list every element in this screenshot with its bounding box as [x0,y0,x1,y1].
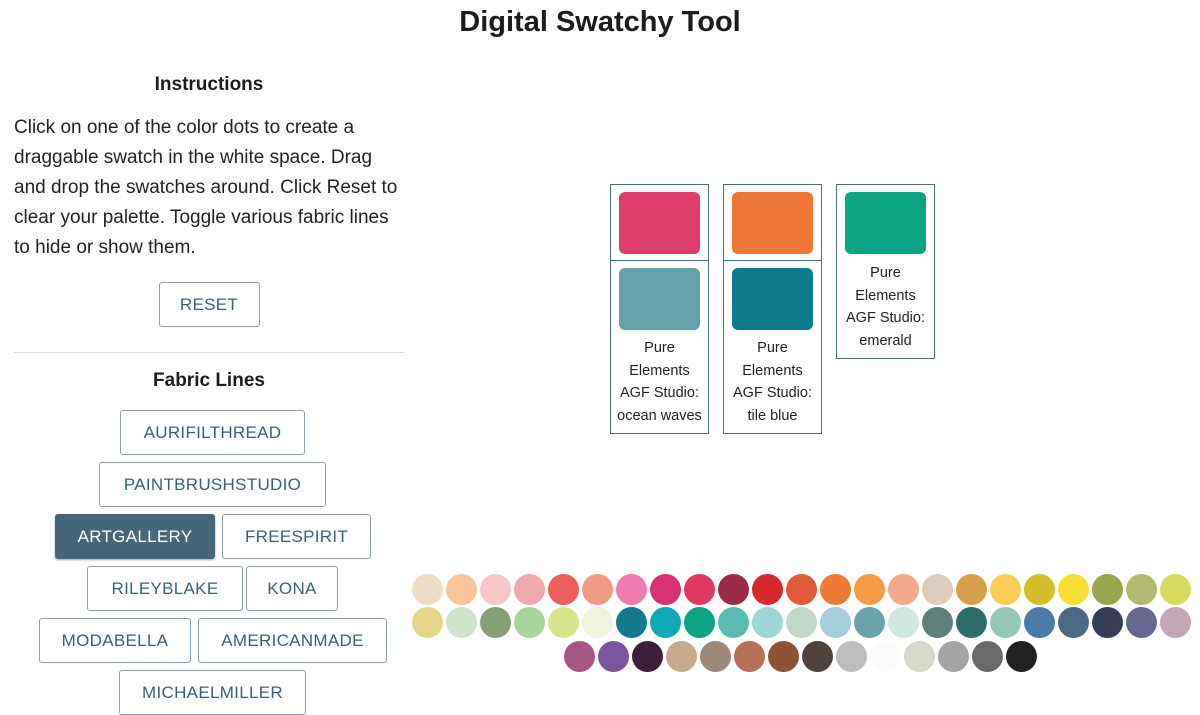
color-dot[interactable] [1058,574,1089,605]
swatch-label: Pure Elements AGF Studio: tile blue [733,340,812,424]
instructions-text: Click on one of the color dots to create… [14,117,398,258]
color-dot[interactable] [888,574,919,605]
color-dot[interactable] [888,607,919,638]
color-dot[interactable] [412,574,443,605]
color-dot[interactable] [768,641,799,672]
color-dot[interactable] [650,607,681,638]
fabric-line-modabella[interactable]: MODABELLA [39,618,191,663]
color-dot[interactable] [684,574,715,605]
color-dot[interactable] [480,574,511,605]
color-dot[interactable] [718,607,749,638]
color-dot[interactable] [956,607,987,638]
page-title: Digital Swatchy Tool [459,6,741,38]
color-dot-row [412,574,1191,605]
swatch-column[interactable]: Pure Elements AGF Studio: emerald [836,184,935,359]
color-dot[interactable] [718,574,749,605]
reset-button[interactable]: RESET [158,282,260,327]
fabric-line-rileyblake[interactable]: RILEYBLAKE [87,566,243,611]
color-dot[interactable] [990,574,1021,605]
swatch-chip[interactable] [619,268,700,330]
color-dot[interactable] [598,641,629,672]
color-dot[interactable] [700,641,731,672]
color-dot[interactable] [870,641,901,672]
color-dot[interactable] [1006,641,1037,672]
color-dot[interactable] [836,641,867,672]
color-dot[interactable] [564,641,595,672]
swatch-chip[interactable] [619,192,700,254]
color-dot[interactable] [786,607,817,638]
color-dot[interactable] [1058,607,1089,638]
color-dot[interactable] [1092,574,1123,605]
swatch-column[interactable]: Pure Elements AGF Studio: tile blue [723,184,822,434]
color-dot[interactable] [632,641,663,672]
sidebar: Instructions Click on one of the color d… [14,70,404,715]
color-dot[interactable] [922,574,953,605]
color-dot[interactable] [854,574,885,605]
color-dot[interactable] [666,641,697,672]
fabric-line-aurifilthread[interactable]: AURIFILTHREAD [120,410,305,455]
color-dot[interactable] [802,641,833,672]
color-dot[interactable] [820,607,851,638]
color-dot[interactable] [972,641,1003,672]
color-dot[interactable] [752,574,783,605]
color-dot[interactable] [938,641,969,672]
color-dot[interactable] [1126,607,1157,638]
color-dot[interactable] [786,574,817,605]
color-dot[interactable] [548,607,579,638]
swatch-label: Pure Elements AGF Studio: emerald [846,265,925,349]
color-dot[interactable] [734,641,765,672]
color-dot[interactable] [1092,607,1123,638]
color-dot[interactable] [616,607,647,638]
color-dot[interactable] [1126,574,1157,605]
swatch-chip[interactable] [732,268,813,330]
swatch-column[interactable]: Pure Elements AGF Studio: ocean waves [610,184,709,434]
color-dot[interactable] [446,574,477,605]
fabric-lines-heading: Fabric Lines [153,370,265,391]
color-dot[interactable] [854,607,885,638]
color-dot[interactable] [956,574,987,605]
color-dot[interactable] [752,607,783,638]
swatch-label: Pure Elements AGF Studio: ocean waves [617,340,702,424]
color-dot[interactable] [582,574,613,605]
color-dot[interactable] [1024,574,1055,605]
color-dot[interactable] [922,607,953,638]
color-dot[interactable] [1160,574,1191,605]
color-dot[interactable] [684,607,715,638]
swatch-chip[interactable] [732,192,813,254]
color-dot-row [412,607,1191,638]
fabric-line-freespirit[interactable]: FREESPIRIT [222,514,371,559]
swatch-chip[interactable] [845,192,926,254]
color-dot[interactable] [582,607,613,638]
color-dot[interactable] [446,607,477,638]
color-dot[interactable] [650,574,681,605]
instructions-heading: Instructions [154,74,264,95]
color-dot[interactable] [1160,607,1191,638]
color-dot-row [564,641,1037,672]
color-dot[interactable] [514,607,545,638]
divider [14,352,404,353]
fabric-line-paintbrushstudio[interactable]: PAINTBRUSHSTUDIO [99,462,326,507]
fabric-line-artgallery[interactable]: ARTGALLERY [55,514,215,559]
color-dot[interactable] [990,607,1021,638]
color-dot[interactable] [412,607,443,638]
color-dot[interactable] [904,641,935,672]
color-dot[interactable] [514,574,545,605]
color-dot[interactable] [1024,607,1055,638]
fabric-line-kona[interactable]: KONA [246,566,338,611]
color-dot[interactable] [548,574,579,605]
fabric-line-americanmade[interactable]: AMERICANMADE [198,618,387,663]
color-dot[interactable] [616,574,647,605]
color-dot[interactable] [820,574,851,605]
color-dot[interactable] [480,607,511,638]
